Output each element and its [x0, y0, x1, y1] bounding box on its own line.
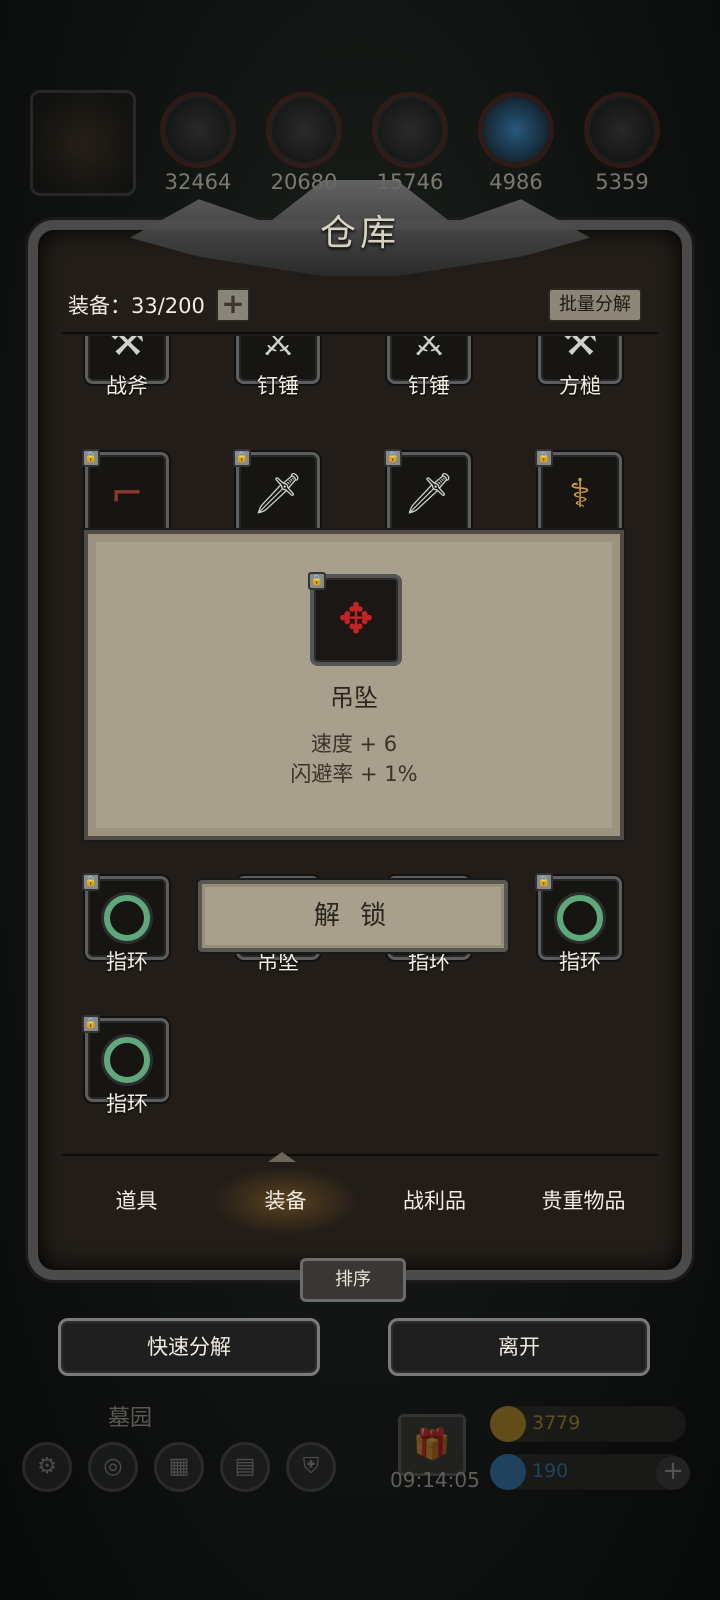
item-slot[interactable]: 🔒 指环 [82, 1015, 172, 1118]
panel-title: 仓库 [319, 213, 400, 254]
item-name: 方槌 [559, 374, 601, 398]
gem-icon [490, 1454, 526, 1490]
gem-amount: 190 [532, 1460, 569, 1482]
equipment-count: 装备：33/200 [68, 294, 205, 318]
ore-icon [584, 92, 660, 168]
leave-button[interactable]: 离开 [388, 1318, 650, 1376]
lock-icon: 🔒 [308, 572, 326, 590]
gift-icon: 🎁 [398, 1414, 466, 1476]
category-tabs: 道具 装备 战利品 贵重物品 [62, 1166, 658, 1236]
unlock-button[interactable]: 解 锁 [198, 880, 508, 952]
item-name: 指环 [559, 950, 601, 974]
add-currency-icon: + [656, 1456, 690, 1490]
menu-icon: ◎ [88, 1442, 138, 1492]
settings-icon: ⚙ [22, 1442, 72, 1492]
location-label: 墓园 [108, 1406, 153, 1431]
scroll-icon: ▤ [220, 1442, 270, 1492]
resource-ore: 5359 [582, 90, 662, 200]
tab-loot[interactable]: 战利品 [360, 1166, 509, 1236]
item-slot[interactable]: ⚒ 战斧 [82, 336, 172, 400]
gift-timer: 09:14:05 [390, 1468, 480, 1492]
sort-button[interactable]: 排序 [300, 1258, 406, 1302]
staff-icon: 🔒 ⚕ [535, 449, 622, 536]
divider [62, 332, 658, 334]
item-slot[interactable]: 🔒 指环 [82, 873, 172, 976]
lock-icon: 🔒 [535, 449, 553, 467]
shield-icon: ⛨ [286, 1442, 336, 1492]
gold-coin-icon [490, 1406, 526, 1442]
active-tab-indicator [268, 1152, 296, 1162]
lock-icon: 🔒 [384, 449, 402, 467]
batch-decompose-button[interactable]: 批量分解 [548, 288, 642, 322]
item-slot[interactable]: 🔒 指环 [535, 873, 625, 976]
crystal-icon [478, 92, 554, 168]
divider [62, 1154, 658, 1156]
item-slot[interactable]: ⚔ 钉锤 [233, 336, 323, 400]
lock-icon: 🔒 [233, 449, 251, 467]
item-slot[interactable]: ⚒ 方槌 [535, 336, 625, 400]
item-slot[interactable]: 🔒 🗡 [233, 449, 323, 536]
dagger-icon: 🔒 🗡 [233, 449, 320, 536]
dagger-icon: 🔒 🗡 [384, 449, 471, 536]
item-name: 指环 [106, 950, 148, 974]
item-slot[interactable]: ⚔ 钉锤 [384, 336, 474, 400]
pistol-icon: 🔒 ⌐ [82, 449, 169, 536]
tooltip-item-name: 吊坠 [330, 684, 378, 712]
tab-valuables[interactable]: 贵重物品 [509, 1166, 658, 1236]
item-tooltip: 🔒 ✥ 吊坠 速度 + 6 闪避率 + 1% [84, 530, 624, 840]
tab-items[interactable]: 道具 [62, 1166, 211, 1236]
item-name: 战斧 [106, 374, 148, 398]
item-name: 钉锤 [408, 374, 450, 398]
resource-leather: 32464 [158, 90, 238, 200]
tooltip-stat: 速度 + 6 [310, 732, 398, 756]
lock-icon: 🔒 [82, 873, 100, 891]
lock-icon: 🔒 [535, 873, 553, 891]
item-slot[interactable]: 🔒 🗡 [384, 449, 474, 536]
lock-icon: 🔒 [82, 1015, 100, 1033]
resource-amount: 4986 [489, 170, 543, 194]
item-name: 钉锤 [257, 374, 299, 398]
item-slot[interactable]: 🔒 ⌐ [82, 449, 172, 536]
resource-crystal: 4986 [476, 90, 556, 200]
item-slot[interactable]: 🔒 ⚕ [535, 449, 625, 536]
gate-icon: ▦ [154, 1442, 204, 1492]
resource-amount: 5359 [595, 170, 649, 194]
iron-icon [372, 92, 448, 168]
item-name: 指环 [106, 1092, 148, 1116]
resource-amount: 32464 [164, 170, 232, 194]
leather-icon [160, 92, 236, 168]
wood-icon [266, 92, 342, 168]
quick-decompose-button[interactable]: 快速分解 [58, 1318, 320, 1376]
gold-display: 3779 [490, 1406, 686, 1442]
gold-amount: 3779 [532, 1412, 581, 1434]
pendant-icon: 🔒 ✥ [308, 572, 402, 666]
tab-equipment[interactable]: 装备 [211, 1166, 360, 1236]
tooltip-stat: 闪避率 + 1% [290, 762, 418, 786]
character-portrait[interactable] [30, 90, 136, 196]
expand-capacity-button[interactable]: + [216, 288, 250, 322]
lock-icon: 🔒 [82, 449, 100, 467]
